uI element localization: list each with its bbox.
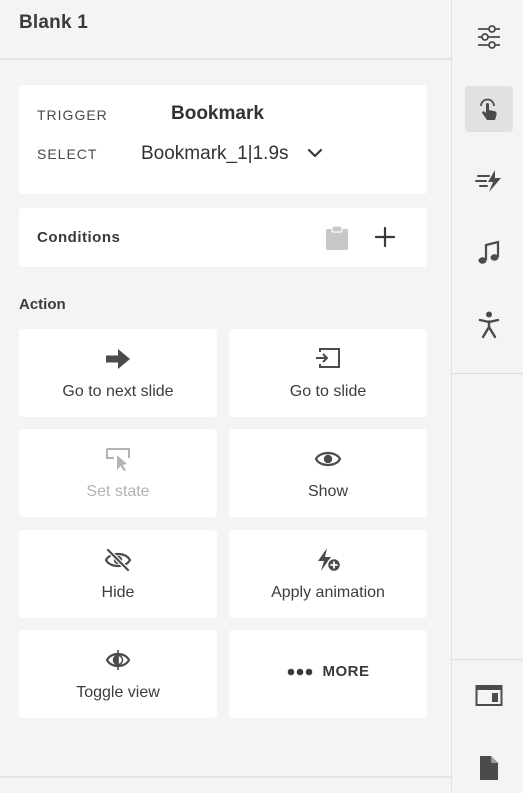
arrow-right-icon [106, 349, 130, 369]
tile-label: Go to slide [289, 383, 367, 400]
properties-tab[interactable] [465, 14, 513, 60]
select-label: SELECT [37, 146, 98, 162]
animations-tab[interactable] [465, 158, 513, 204]
conditions-card: Conditions [19, 208, 427, 267]
interaction-touch-icon [480, 98, 497, 120]
eye-icon [314, 451, 342, 467]
select-dropdown-value[interactable]: Bookmark_1|1.9s [141, 143, 289, 165]
interaction-panel: Blank 1 TRIGGER Bookmark SELECT Bookmark… [0, 0, 451, 793]
set-state-button[interactable]: Set state [19, 429, 217, 517]
more-actions-button[interactable]: MORE [229, 630, 427, 718]
slide-layout-tab[interactable] [465, 673, 513, 719]
accessibility-tab[interactable] [465, 302, 513, 348]
animation-icon [475, 170, 501, 192]
toggle-view-icon [105, 650, 131, 670]
tile-label: Set state [86, 483, 150, 500]
more-label: MORE [322, 663, 370, 680]
title-divider [0, 58, 451, 60]
toggle-view-button[interactable]: Toggle view [19, 630, 217, 718]
go-to-next-slide-button[interactable]: Go to next slide [19, 329, 217, 417]
action-section-label: Action [19, 296, 66, 313]
chevron-down-icon[interactable] [307, 145, 323, 161]
paste-clipboard-icon [326, 225, 348, 250]
trigger-label: TRIGGER [37, 107, 108, 123]
tile-label: Apply animation [271, 584, 385, 601]
set-state-icon [106, 448, 130, 471]
rail-divider-bottom [452, 659, 523, 660]
tile-label: Show [307, 483, 349, 500]
go-to-slide-button[interactable]: Go to slide [229, 329, 427, 417]
add-condition-plus-icon[interactable] [374, 226, 396, 248]
ellipsis-icon [287, 668, 312, 675]
slide-layout-icon [475, 685, 503, 706]
tile-label: Toggle view [76, 684, 160, 701]
show-button[interactable]: Show [229, 429, 427, 517]
eye-off-icon [104, 548, 132, 572]
tile-label: Hide [101, 584, 135, 601]
document-icon [480, 756, 498, 780]
audio-note-icon [478, 240, 500, 264]
interactions-tab[interactable] [465, 86, 513, 132]
audio-tab[interactable] [465, 230, 513, 276]
conditions-label: Conditions [37, 229, 121, 246]
hide-button[interactable]: Hide [19, 530, 217, 618]
accessibility-icon [478, 311, 500, 339]
trigger-card: TRIGGER Bookmark SELECT Bookmark_1|1.9s [19, 85, 427, 194]
animation-add-icon [318, 548, 342, 573]
apply-animation-button[interactable]: Apply animation [229, 530, 427, 618]
go-to-slide-icon [316, 348, 340, 368]
bottom-divider [0, 776, 451, 778]
properties-sliders-icon [478, 25, 500, 49]
panel-title: Blank 1 [19, 12, 88, 33]
right-tool-rail [451, 0, 523, 793]
rail-divider-top [452, 373, 523, 374]
trigger-value: Bookmark [171, 103, 264, 124]
document-tab[interactable] [465, 745, 513, 791]
tile-label: Go to next slide [62, 383, 174, 400]
more-content: MORE [229, 663, 427, 680]
